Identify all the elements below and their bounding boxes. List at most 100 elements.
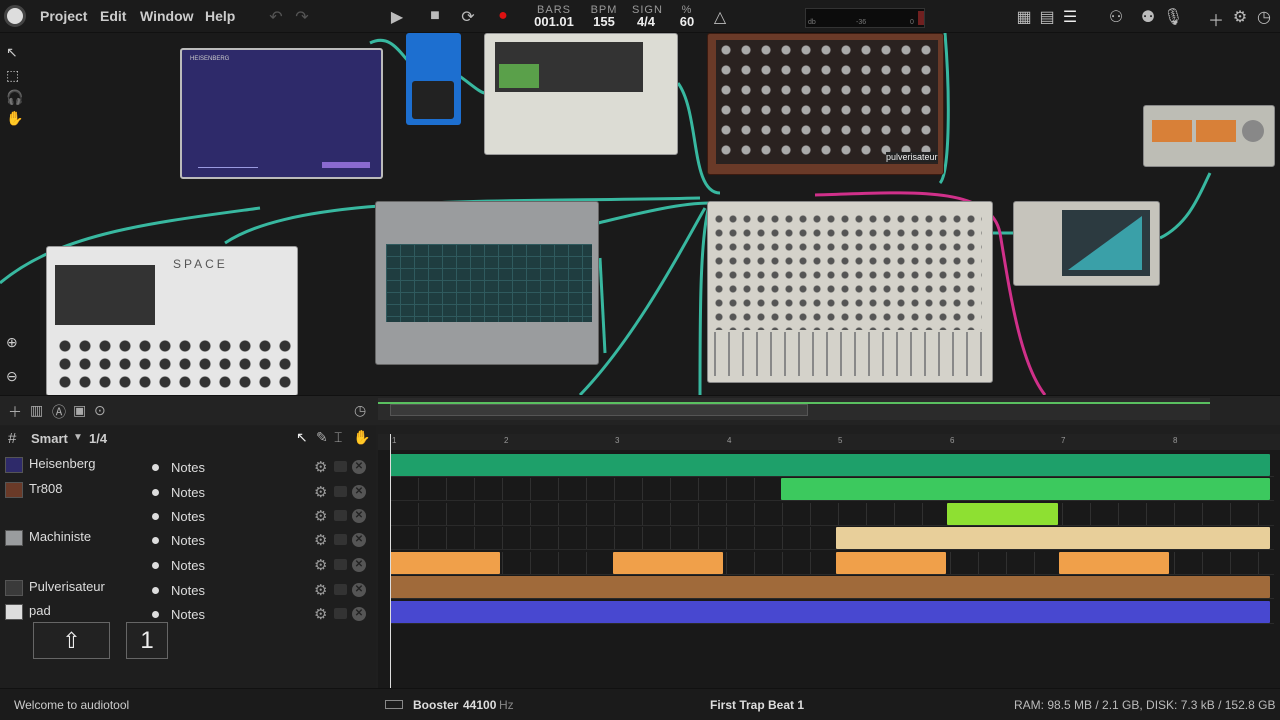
track-row[interactable]: Machiniste Notes ⚙ ✕ bbox=[0, 529, 376, 553]
mixer[interactable] bbox=[707, 201, 993, 383]
audio-track-icon[interactable]: ▣ bbox=[73, 402, 86, 419]
playhead[interactable] bbox=[390, 434, 391, 688]
mute-button[interactable] bbox=[334, 559, 347, 570]
headphones-icon[interactable]: 🎧 bbox=[6, 89, 23, 106]
note-clip[interactable] bbox=[836, 527, 1270, 549]
drum-machine[interactable]: pulverisateur bbox=[707, 33, 944, 175]
track-lane[interactable] bbox=[390, 576, 1274, 599]
stompbox-pedal[interactable] bbox=[406, 33, 461, 125]
close-icon[interactable]: ✕ bbox=[352, 558, 366, 572]
menu-help[interactable]: Help bbox=[205, 8, 235, 24]
track-lane[interactable] bbox=[390, 552, 1274, 575]
machiniste-sequencer[interactable] bbox=[375, 201, 599, 365]
track-row[interactable]: Notes ⚙ ✕ bbox=[0, 505, 376, 529]
zoom-in-icon[interactable]: ⊕ bbox=[6, 334, 18, 351]
record-arm-dot[interactable] bbox=[152, 562, 159, 569]
bpm-display[interactable]: BPM 155 bbox=[588, 4, 620, 28]
audiotool-logo-icon[interactable] bbox=[4, 5, 26, 27]
timeline-overview[interactable] bbox=[378, 398, 1210, 420]
record-arm-dot[interactable] bbox=[152, 489, 159, 496]
record-arm-dot[interactable] bbox=[152, 513, 159, 520]
mute-button[interactable] bbox=[334, 461, 347, 472]
gear-icon[interactable]: ⚙ bbox=[314, 605, 327, 623]
piano-icon[interactable]: ▥ bbox=[30, 402, 43, 419]
device-desktop[interactable]: HEISENBERG pulverisateur SPACE bbox=[0, 33, 1280, 395]
timeline-ruler[interactable]: 1 2 3 4 5 6 7 8 bbox=[378, 434, 1280, 450]
note-clip[interactable] bbox=[836, 552, 946, 574]
hand-tool-icon[interactable]: ✋ bbox=[353, 429, 370, 446]
gear-icon[interactable]: ⚙ bbox=[314, 507, 327, 525]
record-arm-dot[interactable] bbox=[152, 587, 159, 594]
arrangement-view[interactable]: 1 2 3 4 5 6 7 8 bbox=[378, 434, 1280, 688]
mute-button[interactable] bbox=[334, 486, 347, 497]
close-icon[interactable]: ✕ bbox=[352, 533, 366, 547]
device-browser-icon[interactable]: ⚙ bbox=[1230, 7, 1250, 27]
menu-edit[interactable]: Edit bbox=[100, 8, 126, 24]
gear-icon[interactable]: ⚙ bbox=[314, 581, 327, 599]
space-reverb[interactable]: SPACE bbox=[46, 246, 298, 395]
close-icon[interactable]: ✕ bbox=[352, 583, 366, 597]
close-icon[interactable]: ✕ bbox=[352, 509, 366, 523]
swing-display[interactable]: % 60 bbox=[674, 4, 700, 28]
timer-icon[interactable]: ◷ bbox=[354, 402, 366, 419]
track-lane[interactable] bbox=[390, 454, 1274, 477]
track-row[interactable]: Pulverisateur Notes ⚙ ✕ bbox=[0, 579, 376, 603]
pointer-tool-icon[interactable]: ↖ bbox=[6, 44, 18, 61]
track-row[interactable]: Notes ⚙ ✕ bbox=[0, 554, 376, 578]
collaborators-icon[interactable]: ⚉ bbox=[1138, 7, 1158, 27]
gear-icon[interactable]: ⚙ bbox=[314, 556, 327, 574]
tool-mode-select[interactable]: Smart bbox=[31, 431, 68, 446]
add-track-icon[interactable]: ＋ bbox=[8, 402, 22, 422]
track-lane[interactable] bbox=[390, 601, 1274, 624]
pencil-tool-icon[interactable]: ✎ bbox=[316, 429, 328, 446]
note-clip[interactable] bbox=[390, 552, 500, 574]
add-user-icon[interactable]: ⚇ bbox=[1106, 7, 1126, 27]
automation-icon[interactable]: Ⓐ bbox=[52, 402, 66, 422]
note-clip[interactable] bbox=[390, 576, 1270, 598]
close-icon[interactable]: ✕ bbox=[352, 607, 366, 621]
metronome-icon[interactable]: △ bbox=[710, 7, 730, 27]
redo-icon[interactable]: ↷ bbox=[292, 7, 312, 27]
mute-button[interactable] bbox=[334, 534, 347, 545]
gear-icon[interactable]: ⚙ bbox=[314, 483, 327, 501]
signature-display[interactable]: SIGN 4/4 bbox=[632, 4, 662, 28]
gear-icon[interactable]: ⚙ bbox=[314, 458, 327, 476]
zoom-out-icon[interactable]: ⊖ bbox=[6, 368, 18, 385]
hand-tool-icon[interactable]: ✋ bbox=[6, 110, 23, 127]
snap-select[interactable]: 1/4 bbox=[89, 431, 107, 446]
record-arm-dot[interactable] bbox=[152, 464, 159, 471]
track-row[interactable]: Tr808 Notes ⚙ ✕ bbox=[0, 481, 376, 505]
layout-desktop-icon[interactable]: ▦ bbox=[1014, 7, 1034, 27]
note-clip[interactable] bbox=[390, 601, 1270, 623]
close-icon[interactable]: ✕ bbox=[352, 460, 366, 474]
grid-icon[interactable]: # bbox=[8, 430, 16, 447]
heisenberg-synth[interactable]: HEISENBERG bbox=[180, 48, 383, 179]
note-clip[interactable] bbox=[1059, 552, 1169, 574]
track-lane[interactable] bbox=[390, 503, 1274, 526]
layout-split-icon[interactable]: ▤ bbox=[1037, 7, 1057, 27]
menu-window[interactable]: Window bbox=[140, 8, 194, 24]
more-icon[interactable]: ⊙ bbox=[94, 402, 106, 419]
stop-icon[interactable]: ■ bbox=[425, 7, 445, 25]
track-row[interactable]: Heisenberg Notes ⚙ ✕ bbox=[0, 456, 376, 480]
record-icon[interactable]: ● bbox=[493, 7, 513, 25]
split-tool-icon[interactable]: ⌶ bbox=[334, 429, 342, 446]
gravity-compressor[interactable] bbox=[1013, 201, 1160, 286]
mute-button[interactable] bbox=[334, 608, 347, 619]
audio-output-vu[interactable] bbox=[1143, 105, 1275, 167]
select-tool-icon[interactable]: ⬚ bbox=[6, 67, 19, 84]
undo-icon[interactable]: ↶ bbox=[266, 7, 286, 27]
microphone-icon[interactable]: 🎙 bbox=[1163, 7, 1183, 27]
curve-eq[interactable] bbox=[484, 33, 678, 155]
gear-icon[interactable]: ⚙ bbox=[314, 531, 327, 549]
layout-timeline-icon[interactable]: ☰ bbox=[1060, 7, 1080, 27]
add-device-icon[interactable]: ＋ bbox=[1206, 7, 1226, 31]
play-icon[interactable]: ▶ bbox=[387, 7, 407, 27]
arrow-tool-icon[interactable]: ↖ bbox=[296, 429, 308, 446]
record-arm-dot[interactable] bbox=[152, 537, 159, 544]
track-lane[interactable] bbox=[390, 478, 1274, 501]
note-clip[interactable] bbox=[613, 552, 723, 574]
mute-button[interactable] bbox=[334, 584, 347, 595]
menu-project[interactable]: Project bbox=[40, 8, 87, 24]
close-icon[interactable]: ✕ bbox=[352, 485, 366, 499]
